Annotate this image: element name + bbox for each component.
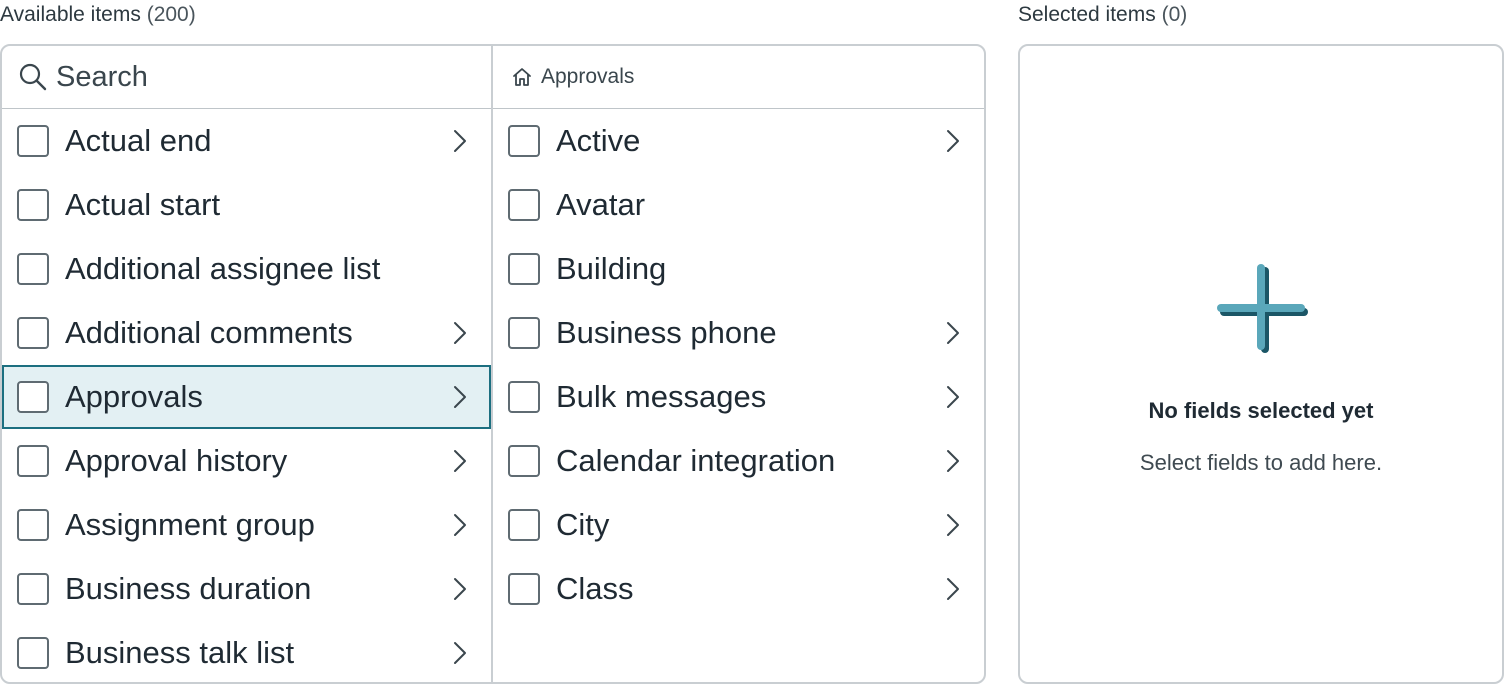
list-item-label: City	[556, 507, 610, 542]
chevron-right-icon[interactable]	[449, 449, 471, 473]
list-item[interactable]: Business talk list	[2, 621, 491, 682]
checkbox[interactable]	[17, 573, 49, 605]
list-item[interactable]: Class	[493, 557, 984, 621]
list-item-label: Building	[556, 251, 667, 286]
list-item[interactable]: Assignment group	[2, 493, 491, 557]
selected-items-count: (0)	[1161, 3, 1188, 26]
chevron-right-icon[interactable]	[449, 385, 471, 409]
available-items-count: (200)	[146, 3, 196, 26]
checkbox[interactable]	[17, 445, 49, 477]
checkbox[interactable]	[508, 573, 540, 605]
chevron-right-icon[interactable]	[449, 513, 471, 537]
checkbox[interactable]	[17, 125, 49, 157]
list-item-label: Class	[556, 571, 634, 606]
chevron-right-icon[interactable]	[942, 577, 964, 601]
list-item[interactable]: Approvals	[2, 365, 491, 429]
checkbox[interactable]	[508, 189, 540, 221]
list-item[interactable]: City	[493, 493, 984, 557]
list-item-label: Approvals	[65, 379, 203, 414]
list-item[interactable]: Business phone	[493, 301, 984, 365]
search-box[interactable]: Search	[2, 46, 491, 109]
list-item-label: Business phone	[556, 315, 777, 350]
list-item[interactable]: Avatar	[493, 173, 984, 237]
chevron-right-icon[interactable]	[942, 321, 964, 345]
chevron-right-icon[interactable]	[449, 577, 471, 601]
breadcrumb-current[interactable]: Approvals	[541, 65, 634, 89]
list-item-label: Approval history	[65, 443, 288, 478]
checkbox[interactable]	[17, 317, 49, 349]
list-item[interactable]: Approval history	[2, 429, 491, 493]
search-input[interactable]: Search	[56, 61, 148, 94]
list-item[interactable]: Actual end	[2, 109, 491, 173]
checkbox[interactable]	[508, 125, 540, 157]
available-items-label: Available items	[0, 3, 141, 26]
chevron-right-icon[interactable]	[449, 129, 471, 153]
checkbox[interactable]	[17, 189, 49, 221]
list-item[interactable]: Active	[493, 109, 984, 173]
checkbox[interactable]	[508, 253, 540, 285]
list-item[interactable]: Additional assignee list	[2, 237, 491, 301]
chevron-right-icon[interactable]	[942, 449, 964, 473]
empty-state-title: No fields selected yet	[1148, 398, 1374, 423]
breadcrumb: Approvals	[493, 46, 984, 109]
checkbox[interactable]	[17, 637, 49, 669]
checkbox[interactable]	[17, 509, 49, 541]
chevron-right-icon[interactable]	[942, 385, 964, 409]
list-item[interactable]: Business duration	[2, 557, 491, 621]
list-item-label: Additional assignee list	[65, 251, 381, 286]
selected-items-panel: No fields selected yet Select fields to …	[1018, 44, 1504, 684]
list-item-label: Bulk messages	[556, 379, 767, 414]
list-item-label: Actual start	[65, 187, 221, 222]
chevron-right-icon[interactable]	[942, 129, 964, 153]
selected-items-header: Selected items (0)	[1018, 3, 1187, 27]
subfield-list: Active Avatar Building Business phone Bulk m…	[493, 109, 984, 621]
chevron-right-icon[interactable]	[942, 513, 964, 537]
chevron-right-icon[interactable]	[449, 641, 471, 665]
empty-state: No fields selected yet Select fields to …	[1020, 46, 1502, 682]
list-item-label: Business duration	[65, 571, 312, 606]
list-item[interactable]: Building	[493, 237, 984, 301]
home-icon[interactable]	[511, 66, 533, 88]
available-items-header: Available items (200)	[0, 3, 196, 27]
list-item-label: Calendar integration	[556, 443, 836, 478]
list-item-label: Actual end	[65, 123, 212, 158]
subfield-list-column: Approvals Active Avatar Building Business p…	[493, 46, 984, 682]
checkbox[interactable]	[508, 445, 540, 477]
list-item-label: Assignment group	[65, 507, 315, 542]
selected-items-label: Selected items	[1018, 3, 1156, 26]
checkbox[interactable]	[508, 381, 540, 413]
checkbox[interactable]	[508, 317, 540, 349]
list-item[interactable]: Bulk messages	[493, 365, 984, 429]
chevron-right-icon[interactable]	[449, 321, 471, 345]
plus-icon	[1217, 264, 1308, 353]
checkbox[interactable]	[17, 253, 49, 285]
search-icon	[19, 63, 47, 91]
list-item[interactable]: Actual start	[2, 173, 491, 237]
list-item-label: Active	[556, 123, 641, 158]
list-item[interactable]: Additional comments	[2, 301, 491, 365]
checkbox[interactable]	[17, 381, 49, 413]
list-item[interactable]: Calendar integration	[493, 429, 984, 493]
field-list-column: Search Actual end Actual start Additional …	[2, 46, 493, 682]
list-item-label: Business talk list	[65, 635, 295, 670]
field-list: Actual end Actual start Additional assigne…	[2, 109, 491, 682]
empty-state-subtitle: Select fields to add here.	[1139, 450, 1383, 475]
list-item-label: Additional comments	[65, 315, 353, 350]
checkbox[interactable]	[508, 509, 540, 541]
list-item-label: Avatar	[556, 187, 646, 222]
available-items-panel: Search Actual end Actual start Additional …	[0, 44, 986, 684]
